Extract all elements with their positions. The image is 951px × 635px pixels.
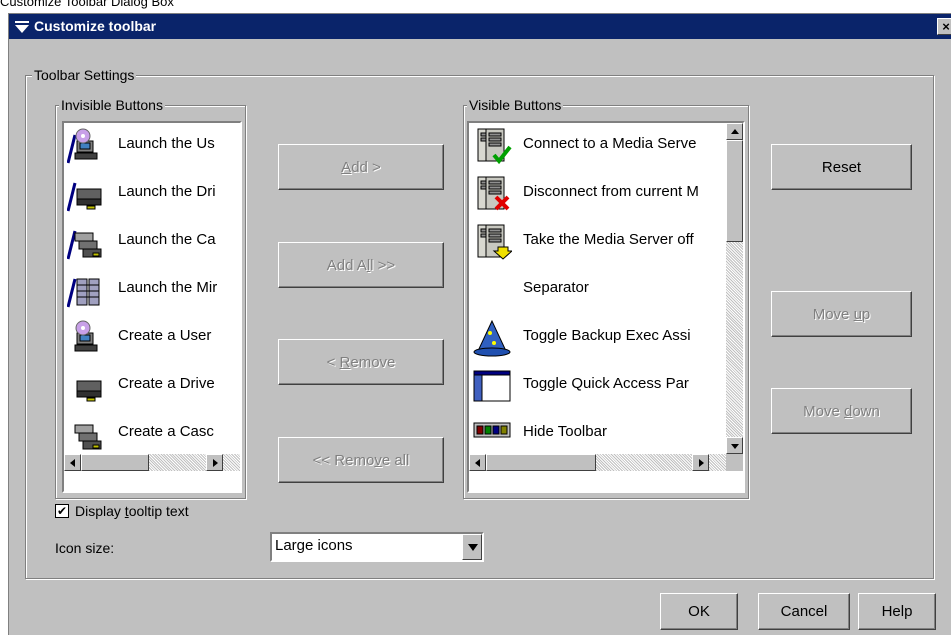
list-item-label: Toggle Quick Access Par xyxy=(523,375,689,392)
add-button-label: Add > xyxy=(341,158,381,176)
invisible-buttons-list[interactable]: Launch the Us Launch the Dri Launch the Ca… xyxy=(62,121,242,493)
vertical-scroll-thumb[interactable] xyxy=(726,140,743,242)
invisible-vertical-scrollbar[interactable] xyxy=(240,123,242,454)
scroll-right-button[interactable] xyxy=(692,454,709,471)
icon-size-label: Icon size: xyxy=(55,540,115,556)
remove-all-button[interactable]: << Remove all xyxy=(278,437,444,483)
remove-all-button-label: << Remove all xyxy=(312,451,410,469)
invisible-horizontal-scrollbar[interactable] xyxy=(64,454,240,471)
drive-pool-icon xyxy=(76,380,102,402)
remove-button[interactable]: < Remove xyxy=(278,339,444,385)
move-down-button-label: Move down xyxy=(803,402,880,420)
mirror-wizard-icon xyxy=(67,278,100,308)
arrow-right-icon xyxy=(699,459,704,467)
scroll-left-button[interactable] xyxy=(64,454,81,471)
visible-buttons-list[interactable]: Connect to a Media Serve Disconnect from … xyxy=(467,121,745,493)
list-item-label: Disconnect from current M xyxy=(523,183,699,200)
visible-horizontal-scrollbar[interactable] xyxy=(469,454,726,471)
panel-icon xyxy=(473,370,511,402)
horizontal-scroll-thumb[interactable] xyxy=(81,454,149,471)
scroll-up-button[interactable] xyxy=(240,123,242,140)
list-item-label: Create a User xyxy=(118,327,212,344)
dialog-title: Customize toolbar xyxy=(34,18,157,34)
cancel-button[interactable]: Cancel xyxy=(758,593,850,630)
ok-button-label: OK xyxy=(688,603,710,620)
scroll-down-button[interactable] xyxy=(726,437,743,454)
scrollbar-corner xyxy=(726,454,743,471)
user-wizard-icon xyxy=(67,128,98,164)
toolbar-settings-label: Toolbar Settings xyxy=(32,67,137,83)
drive-wizard-icon xyxy=(67,182,102,212)
dropdown-button[interactable] xyxy=(462,534,482,560)
cascade-pool-icon xyxy=(74,424,102,450)
toolbar-icon xyxy=(473,422,511,438)
scroll-down-button[interactable] xyxy=(240,437,242,454)
arrow-left-icon xyxy=(475,459,480,467)
reset-button-label: Reset xyxy=(821,158,862,176)
list-item-label: Connect to a Media Serve xyxy=(523,135,697,152)
list-item-label: Create a Casc xyxy=(118,423,214,440)
wizard-hat-icon xyxy=(473,319,511,357)
scroll-up-button[interactable] xyxy=(726,123,743,140)
icon-size-select[interactable]: Large icons xyxy=(270,532,484,562)
help-button-label: Help xyxy=(881,603,913,620)
close-button[interactable]: × xyxy=(937,18,951,35)
vertical-scroll-thumb[interactable] xyxy=(240,140,242,397)
scroll-left-button[interactable] xyxy=(469,454,486,471)
move-down-button[interactable]: Move down xyxy=(771,388,912,434)
arrow-left-icon xyxy=(70,459,75,467)
move-up-button-label: Move up xyxy=(812,305,871,323)
figure-caption: Customize Toolbar Dialog Box xyxy=(0,0,174,9)
add-button[interactable]: Add > xyxy=(278,144,444,190)
visible-vertical-scrollbar[interactable] xyxy=(726,123,743,454)
system-menu-icon[interactable] xyxy=(14,19,30,35)
ok-button[interactable]: OK xyxy=(660,593,738,630)
arrow-down-icon xyxy=(731,444,739,449)
scroll-right-button[interactable] xyxy=(206,454,223,471)
list-item-label: Take the Media Server off xyxy=(523,231,694,248)
reset-button[interactable]: Reset xyxy=(771,144,912,190)
arrow-up-icon xyxy=(731,129,739,134)
cancel-button-label: Cancel xyxy=(780,603,828,620)
chevron-down-icon xyxy=(468,544,478,551)
list-item-label: Toggle Backup Exec Assi xyxy=(523,327,691,344)
display-tooltip-checkbox[interactable]: ✔ xyxy=(55,504,69,518)
title-bar[interactable]: Customize toolbar × xyxy=(9,14,951,39)
list-item-label: Launch the Us xyxy=(118,135,215,152)
add-all-button[interactable]: Add All >> xyxy=(278,242,444,288)
move-up-button[interactable]: Move up xyxy=(771,291,912,337)
list-item-label: Launch the Ca xyxy=(118,231,216,248)
list-item-label: Launch the Dri xyxy=(118,183,216,200)
list-item-label: Launch the Mir xyxy=(118,279,218,296)
horizontal-scroll-thumb[interactable] xyxy=(486,454,596,471)
visible-buttons-label: Visible Buttons xyxy=(467,97,564,113)
list-item-label: Create a Drive xyxy=(118,375,215,392)
customize-toolbar-dialog: Customize toolbar × Toolbar Settings Inv… xyxy=(8,13,951,635)
help-button[interactable]: Help xyxy=(858,593,936,630)
icon-size-value: Large icons xyxy=(275,537,353,554)
server-disconnect-icon xyxy=(477,176,510,211)
user-pool-icon xyxy=(74,320,98,352)
arrow-right-icon xyxy=(213,459,218,467)
list-item-label: Hide Toolbar xyxy=(523,423,607,440)
cascade-wizard-icon xyxy=(67,230,102,260)
server-connect-icon xyxy=(477,128,512,165)
server-offline-icon xyxy=(477,224,512,260)
invisible-buttons-label: Invisible Buttons xyxy=(59,97,165,113)
list-item-label: Separator xyxy=(523,279,589,296)
remove-button-label: < Remove xyxy=(326,353,396,371)
add-all-button-label: Add All >> xyxy=(326,256,396,274)
display-tooltip-label[interactable]: Display tooltip text xyxy=(75,503,189,519)
